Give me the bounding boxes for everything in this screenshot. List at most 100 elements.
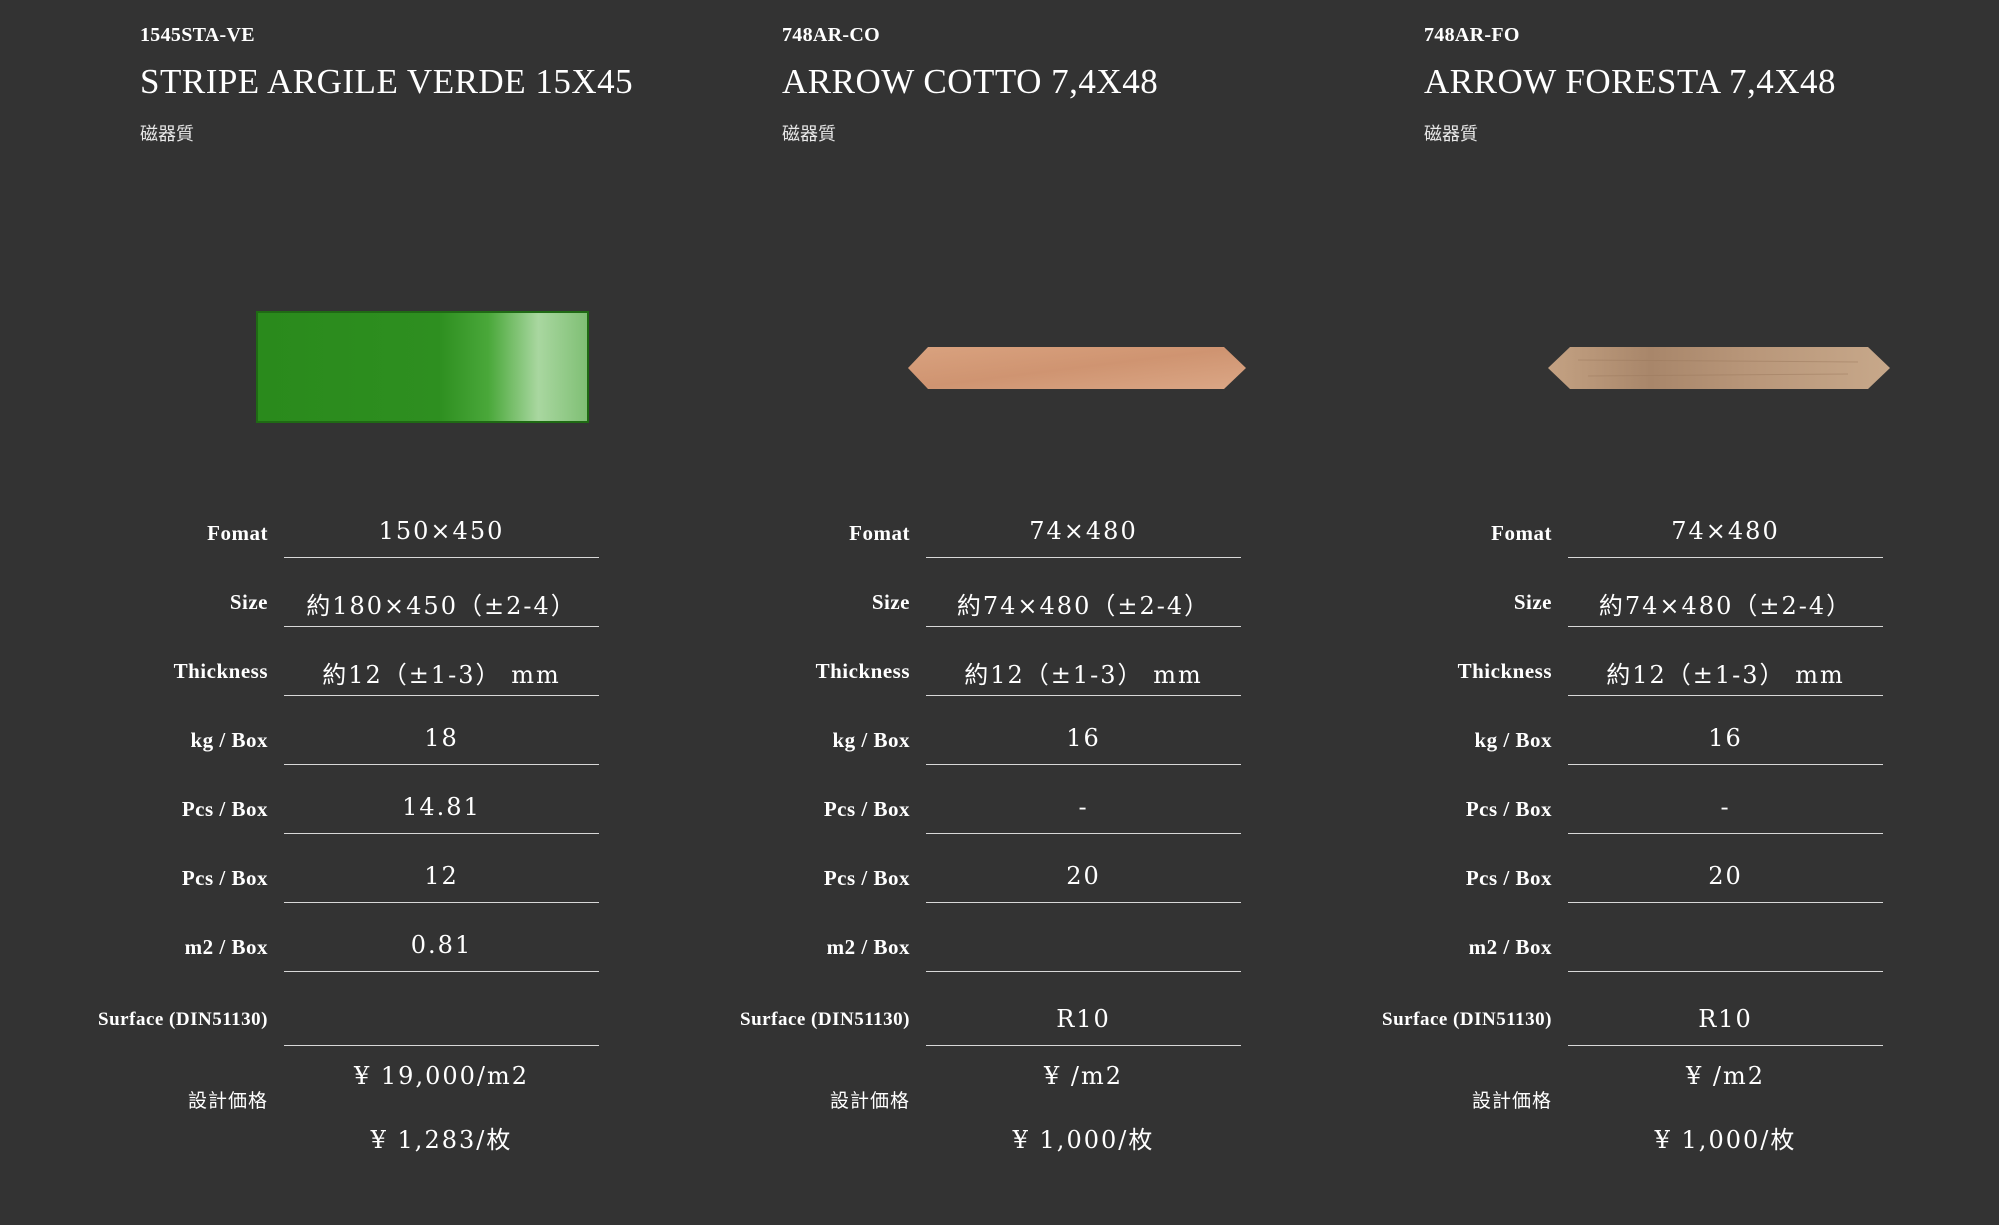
spec-row-pcs-box-2: Pcs / Box 12 xyxy=(64,842,664,911)
divider xyxy=(926,764,1241,765)
spec-row-pcs-box: Pcs / Box 14.81 xyxy=(64,773,664,842)
spec-value: 約74×480（±2-4） xyxy=(956,592,1211,620)
spec-label: Pcs / Box xyxy=(1465,866,1552,890)
spec-row-surface: Surface (DIN51130) xyxy=(64,985,664,1054)
spec-value: R10 xyxy=(1698,1005,1753,1033)
spec-row-format: Fomat 74×480 xyxy=(706,497,1306,566)
spec-value: 14.81 xyxy=(402,793,481,821)
spec-value: 約74×480（±2-4） xyxy=(1598,592,1853,620)
price-label: 設計価格 xyxy=(829,1090,910,1112)
spec-row-kg-box: kg / Box 16 xyxy=(706,704,1306,773)
spec-label: Thickness xyxy=(173,659,268,683)
divider xyxy=(1568,902,1883,903)
divider xyxy=(926,626,1241,627)
spec-label: Surface (DIN51130) xyxy=(98,1009,268,1030)
spec-label: Pcs / Box xyxy=(823,797,910,821)
spec-row-surface: Surface (DIN51130) R10 xyxy=(1348,985,1948,1054)
product-material: 磁器質 xyxy=(140,124,194,145)
spec-row-pcs-box: Pcs / Box - xyxy=(706,773,1306,842)
spec-row-pcs-box-2: Pcs / Box 20 xyxy=(706,842,1306,911)
spec-value: 約12（±1-3） mm xyxy=(964,661,1203,689)
price-label: 設計価格 xyxy=(1471,1090,1552,1112)
price-per-m2: ¥ 19,000/m2 xyxy=(354,1062,529,1090)
product-card-stripe-argile-verde: 1545STA-VE STRIPE ARGILE VERDE 15X45 磁器質… xyxy=(64,0,664,1225)
price-per-m2: ¥ /m2 xyxy=(1043,1062,1123,1090)
divider xyxy=(1568,557,1883,558)
spec-label: Pcs / Box xyxy=(181,866,268,890)
spec-value: 74×480 xyxy=(1029,517,1138,545)
spec-label: Fomat xyxy=(207,521,268,545)
divider xyxy=(284,971,599,972)
spec-row-m2-box: m2 / Box 0.81 xyxy=(64,911,664,980)
spec-label: kg / Box xyxy=(1474,728,1552,752)
divider xyxy=(926,833,1241,834)
divider xyxy=(284,833,599,834)
divider xyxy=(1568,971,1883,972)
spec-value: 20 xyxy=(1708,862,1743,890)
spec-value: - xyxy=(1720,793,1731,821)
spec-row-m2-box: m2 / Box xyxy=(706,911,1306,980)
spec-value: 16 xyxy=(1066,724,1101,752)
spec-row-m2-box: m2 / Box xyxy=(1348,911,1948,980)
spec-row-format: Fomat 74×480 xyxy=(1348,497,1948,566)
spec-value: 74×480 xyxy=(1671,517,1780,545)
spec-label: Pcs / Box xyxy=(181,797,268,821)
spec-label: Size xyxy=(229,590,268,614)
spec-value: 16 xyxy=(1708,724,1743,752)
price-per-m2: ¥ /m2 xyxy=(1685,1062,1765,1090)
product-material: 磁器質 xyxy=(782,124,836,145)
spec-value: 0.81 xyxy=(410,931,473,959)
divider xyxy=(926,557,1241,558)
spec-label: kg / Box xyxy=(832,728,910,752)
spec-value: 12 xyxy=(424,862,459,890)
spec-value: R10 xyxy=(1056,1005,1111,1033)
spec-label: Size xyxy=(871,590,910,614)
divider xyxy=(926,902,1241,903)
divider xyxy=(284,902,599,903)
spec-row-size: Size 約74×480（±2-4） xyxy=(706,566,1306,635)
product-name: ARROW COTTO 7,4X48 xyxy=(782,62,1159,101)
spec-label: Pcs / Box xyxy=(823,866,910,890)
divider xyxy=(284,1045,599,1046)
price-label: 設計価格 xyxy=(187,1090,268,1112)
divider xyxy=(1568,695,1883,696)
spec-label: Thickness xyxy=(1457,659,1552,683)
product-code: 1545STA-VE xyxy=(140,24,255,46)
tile-image xyxy=(706,280,1306,460)
spec-row-size: Size 約74×480（±2-4） xyxy=(1348,566,1948,635)
spec-label: m2 / Box xyxy=(184,935,268,959)
divider xyxy=(284,695,599,696)
spec-value: 約12（±1-3） mm xyxy=(322,661,561,689)
product-name: ARROW FORESTA 7,4X48 xyxy=(1424,62,1837,101)
spec-label: Thickness xyxy=(815,659,910,683)
spec-row-thickness: Thickness 約12（±1-3） mm xyxy=(706,635,1306,704)
product-card-arrow-cotto: 748AR-CO ARROW COTTO 7,4X48 磁器質 Fomat 74… xyxy=(706,0,1306,1225)
spec-row-thickness: Thickness 約12（±1-3） mm xyxy=(1348,635,1948,704)
spec-label: m2 / Box xyxy=(1468,935,1552,959)
divider xyxy=(926,971,1241,972)
spec-row-kg-box: kg / Box 18 xyxy=(64,704,664,773)
spec-value: 約180×450（±2-4） xyxy=(306,592,577,620)
divider xyxy=(1568,626,1883,627)
divider xyxy=(926,695,1241,696)
tile-image xyxy=(64,280,664,460)
tile-image xyxy=(1348,280,1948,460)
divider xyxy=(1568,833,1883,834)
spec-label: Surface (DIN51130) xyxy=(740,1009,910,1030)
spec-value: 18 xyxy=(424,724,459,752)
divider xyxy=(284,764,599,765)
spec-label: m2 / Box xyxy=(826,935,910,959)
spec-value: 150×450 xyxy=(378,517,505,545)
divider xyxy=(1568,764,1883,765)
product-card-arrow-foresta: 748AR-FO ARROW FORESTA 7,4X48 磁器質 Fomat … xyxy=(1348,0,1948,1225)
spec-label: Fomat xyxy=(849,521,910,545)
spec-value: - xyxy=(1078,793,1089,821)
divider xyxy=(926,1045,1241,1046)
price-per-piece: ¥ 1,000/枚 xyxy=(1012,1126,1155,1154)
spec-row-format: Fomat 150×450 xyxy=(64,497,664,566)
spec-value: 約12（±1-3） mm xyxy=(1606,661,1845,689)
product-code: 748AR-CO xyxy=(782,24,880,46)
product-code: 748AR-FO xyxy=(1424,24,1520,46)
product-material: 磁器質 xyxy=(1424,124,1478,145)
spec-label: kg / Box xyxy=(190,728,268,752)
